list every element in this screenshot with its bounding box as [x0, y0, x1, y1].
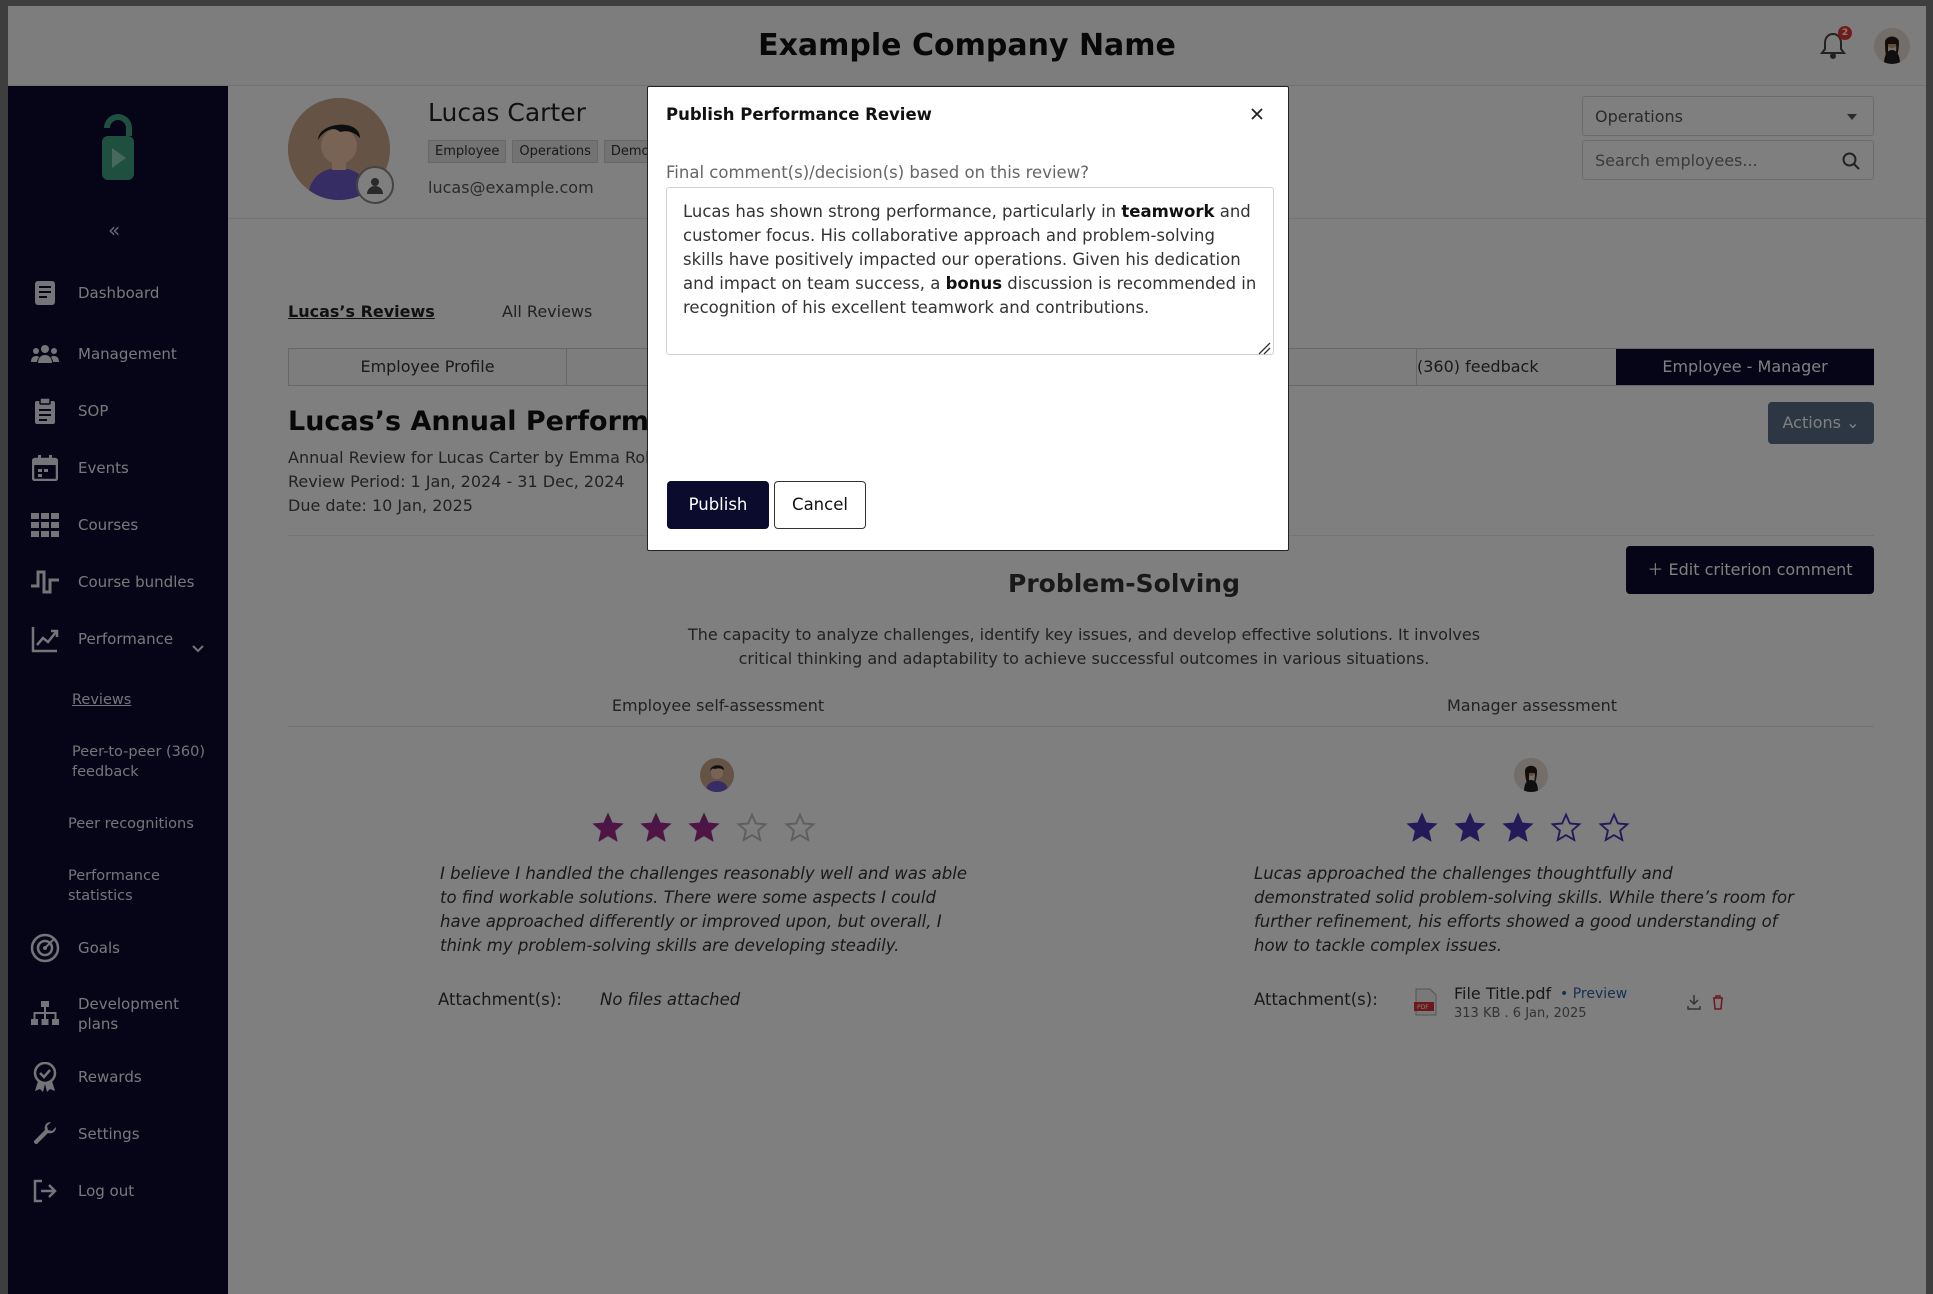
bold-text: bonus: [945, 274, 1003, 293]
final-comment-textarea[interactable]: Lucas has shown strong performance, part…: [666, 187, 1274, 355]
publish-review-modal: Publish Performance Review Final comment…: [647, 86, 1289, 551]
publish-button[interactable]: Publish: [667, 481, 769, 529]
bold-text: teamwork: [1121, 202, 1215, 221]
final-comment-label: Final comment(s)/decision(s) based on th…: [666, 163, 1089, 182]
close-icon[interactable]: [1248, 105, 1266, 123]
resize-handle-icon[interactable]: [1257, 338, 1271, 355]
modal-title: Publish Performance Review: [666, 105, 932, 124]
cancel-button[interactable]: Cancel: [774, 481, 866, 529]
